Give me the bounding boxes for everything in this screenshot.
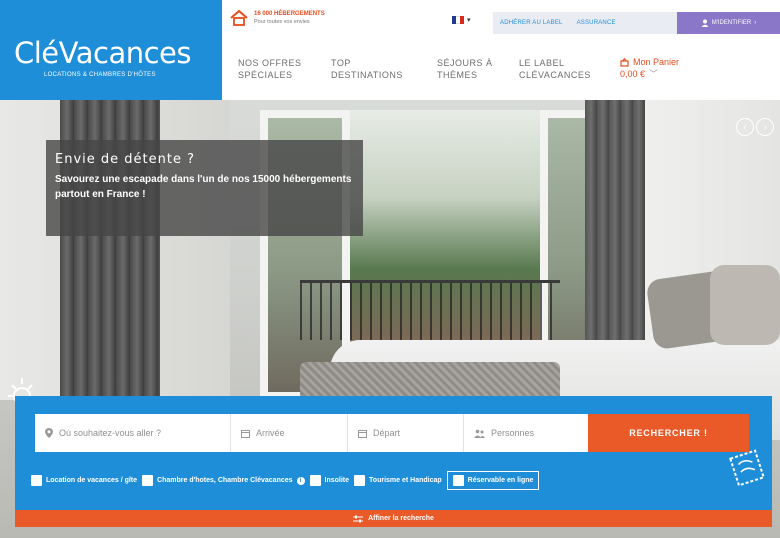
flag-fr-icon bbox=[452, 16, 464, 24]
cart-label: Mon Panier bbox=[633, 57, 680, 67]
filter-label: Location de vacances / gîte bbox=[46, 477, 138, 484]
checkbox[interactable] bbox=[354, 475, 366, 486]
hero-image bbox=[585, 100, 645, 350]
logo[interactable]: CléVacances LOCATIONS & CHAMBRES D'HÔTES bbox=[0, 0, 222, 100]
stamp-icon bbox=[729, 449, 765, 487]
nav-line: CLÉVACANCES bbox=[519, 70, 591, 80]
departure-date-input[interactable]: Départ bbox=[348, 414, 464, 452]
departure-placeholder: Départ bbox=[373, 428, 401, 438]
nav-line: SPÉCIALES bbox=[238, 70, 293, 80]
checkbox[interactable] bbox=[142, 475, 154, 486]
filter-sliders-icon bbox=[353, 515, 364, 522]
hero-text: Savourez une escapade dans l'un de nos 1… bbox=[55, 174, 352, 200]
filter-tourism-handicap[interactable]: Tourisme et Handicap bbox=[354, 475, 442, 486]
filter-label: Insolite bbox=[324, 477, 350, 484]
nav-the-label[interactable]: LE LABEL CLÉVACANCES bbox=[519, 57, 619, 81]
nav-special-offers[interactable]: NOS OFFRES SPÉCIALES bbox=[238, 57, 331, 81]
cart[interactable]: Mon Panier 0,00 € ﹀ bbox=[620, 56, 679, 80]
nav-line: SÉJOURS À bbox=[437, 58, 493, 68]
top-links-bar: ADHÉRER AU LABEL ASSURANCE M'IDENTIFIER … bbox=[493, 12, 780, 34]
nav-top-destinations[interactable]: TOP DESTINATIONS bbox=[331, 57, 437, 81]
chevron-right-icon[interactable]: › bbox=[756, 118, 774, 136]
calendar-icon bbox=[358, 429, 367, 438]
refine-search-button[interactable]: Affiner la recherche bbox=[15, 510, 772, 527]
nav-line: NOS OFFRES bbox=[238, 58, 302, 68]
location-pin-icon bbox=[45, 428, 53, 438]
filter-label: Tourisme et Handicap bbox=[369, 477, 442, 484]
calendar-icon bbox=[241, 429, 250, 438]
join-label-link[interactable]: ADHÉRER AU LABEL bbox=[493, 20, 570, 26]
search-bar: Où souhaitez-vous aller ? Arrivée Départ… bbox=[35, 414, 749, 452]
nav-themed-stays[interactable]: SÉJOURS À THÈMES bbox=[437, 57, 519, 81]
user-icon bbox=[701, 19, 709, 27]
search-filters: Location de vacances / gîte Chambre d'ho… bbox=[31, 471, 544, 490]
promo-title: 16 000 HÉBERGEMENTS bbox=[254, 11, 325, 17]
hero-image bbox=[300, 280, 560, 340]
logo-text: CléVacances bbox=[14, 36, 192, 70]
chevron-right-icon: › bbox=[754, 20, 757, 26]
house-icon bbox=[230, 10, 248, 26]
language-select[interactable]: ▾ bbox=[452, 16, 471, 24]
arrival-placeholder: Arrivée bbox=[256, 428, 285, 438]
persons-placeholder: Personnes bbox=[491, 428, 535, 438]
hero-image bbox=[710, 265, 780, 345]
persons-input[interactable]: Personnes bbox=[464, 414, 588, 452]
filter-holiday-rental[interactable]: Location de vacances / gîte bbox=[31, 475, 137, 486]
promo-banner[interactable]: 16 000 HÉBERGEMENTS Pour toutes vos envi… bbox=[230, 10, 325, 26]
nav-line: THÈMES bbox=[437, 70, 478, 80]
hero-caption: Envie de détente ? Savourez une escapade… bbox=[46, 140, 363, 236]
search-button[interactable]: RECHERCHER ! bbox=[588, 414, 749, 452]
nav-line: LE LABEL bbox=[519, 58, 565, 68]
chevron-left-icon[interactable]: ‹ bbox=[736, 118, 754, 136]
filter-unusual[interactable]: Insolite bbox=[309, 475, 350, 486]
nav-line: DESTINATIONS bbox=[331, 70, 403, 80]
filter-guest-room[interactable]: Chambre d'hotes, Chambre Clévacances i bbox=[142, 475, 305, 486]
basket-icon bbox=[620, 57, 629, 67]
hero-title: Envie de détente ? bbox=[55, 152, 195, 167]
filter-label: Chambre d'hotes, Chambre Clévacances bbox=[157, 477, 293, 484]
chevron-down-icon: ﹀ bbox=[649, 69, 659, 79]
nav-line: TOP bbox=[331, 58, 351, 68]
insurance-link[interactable]: ASSURANCE bbox=[570, 20, 623, 26]
filter-label: Réservable en ligne bbox=[467, 477, 534, 484]
chevron-down-icon: ▾ bbox=[467, 17, 471, 24]
cart-amount: 0,00 € bbox=[620, 69, 646, 79]
main-nav: NOS OFFRES SPÉCIALES TOP DESTINATIONS SÉ… bbox=[238, 57, 619, 81]
checkbox[interactable] bbox=[31, 475, 42, 486]
slider-arrows: ‹ › bbox=[736, 118, 774, 136]
search-panel: Où souhaitez-vous aller ? Arrivée Départ… bbox=[15, 396, 772, 527]
login-label: M'IDENTIFIER bbox=[711, 20, 752, 26]
destination-input[interactable]: Où souhaitez-vous aller ? bbox=[35, 414, 231, 452]
checkbox[interactable] bbox=[309, 475, 321, 486]
filter-bookable-online[interactable]: Réservable en ligne bbox=[446, 471, 540, 490]
logo-tagline: LOCATIONS & CHAMBRES D'HÔTES bbox=[44, 72, 156, 78]
checkbox[interactable] bbox=[452, 475, 464, 486]
info-icon[interactable]: i bbox=[296, 476, 305, 485]
login-button[interactable]: M'IDENTIFIER › bbox=[677, 12, 780, 34]
destination-placeholder: Où souhaitez-vous aller ? bbox=[59, 428, 162, 438]
promo-subtitle: Pour toutes vos envies bbox=[254, 19, 310, 25]
refine-label: Affiner la recherche bbox=[368, 515, 434, 522]
people-icon bbox=[474, 429, 485, 438]
arrival-date-input[interactable]: Arrivée bbox=[231, 414, 348, 452]
